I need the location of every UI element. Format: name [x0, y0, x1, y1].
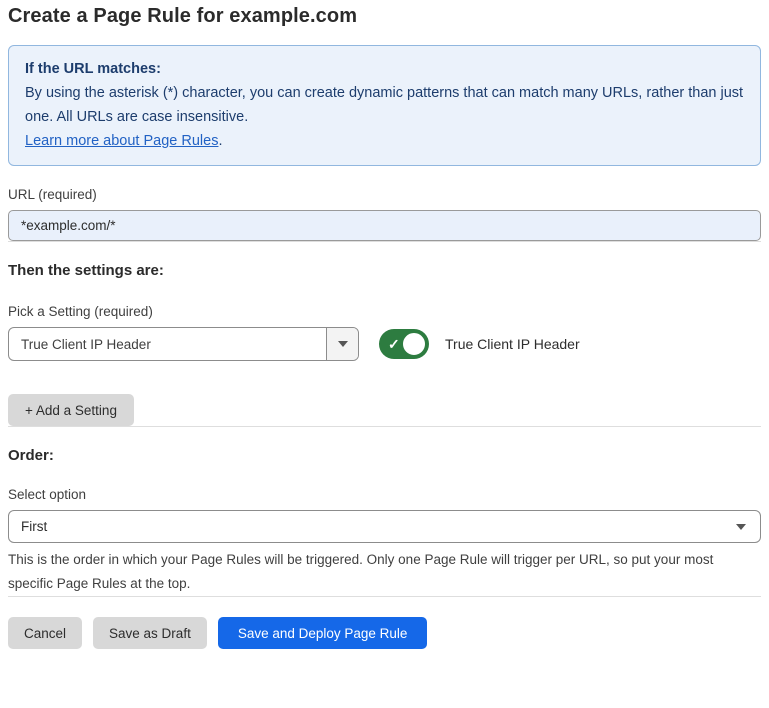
save-deploy-button[interactable]: Save and Deploy Page Rule: [218, 617, 428, 649]
url-input[interactable]: [8, 210, 761, 241]
check-icon: ✓: [388, 337, 400, 351]
save-draft-button[interactable]: Save as Draft: [93, 617, 207, 649]
settings-section-heading: Then the settings are:: [8, 262, 761, 279]
true-client-ip-toggle[interactable]: ✓: [379, 329, 429, 359]
info-box-body: By using the asterisk (*) character, you…: [25, 81, 744, 129]
order-select-label: Select option: [8, 487, 761, 502]
order-help-text: This is the order in which your Page Rul…: [8, 548, 748, 596]
page-title: Create a Page Rule for example.com: [8, 5, 761, 28]
footer-actions: Cancel Save as Draft Save and Deploy Pag…: [8, 617, 761, 649]
chevron-down-icon: [338, 341, 348, 347]
url-field-label: URL (required): [8, 187, 761, 202]
order-select-value: First: [9, 519, 760, 534]
setting-select-arrow-button[interactable]: [326, 328, 358, 360]
add-setting-button[interactable]: + Add a Setting: [8, 394, 134, 426]
toggle-label: True Client IP Header: [445, 336, 580, 352]
order-select[interactable]: First: [8, 510, 761, 543]
order-section-heading: Order:: [8, 447, 761, 464]
setting-row: True Client IP Header ✓ True Client IP H…: [8, 327, 761, 361]
toggle-knob: [401, 331, 427, 357]
chevron-down-icon: [736, 524, 746, 530]
cancel-button[interactable]: Cancel: [8, 617, 82, 649]
pick-setting-label: Pick a Setting (required): [8, 304, 761, 319]
divider: [8, 241, 761, 242]
divider: [8, 596, 761, 597]
info-box-heading: If the URL matches:: [25, 57, 744, 81]
divider: [8, 426, 761, 427]
link-period: .: [218, 133, 222, 149]
setting-select[interactable]: True Client IP Header: [8, 327, 359, 361]
url-match-info-box: If the URL matches: By using the asteris…: [8, 45, 761, 166]
learn-more-link[interactable]: Learn more about Page Rules: [25, 133, 218, 149]
info-box-link-line: Learn more about Page Rules.: [25, 129, 744, 153]
setting-select-value: True Client IP Header: [9, 337, 326, 352]
